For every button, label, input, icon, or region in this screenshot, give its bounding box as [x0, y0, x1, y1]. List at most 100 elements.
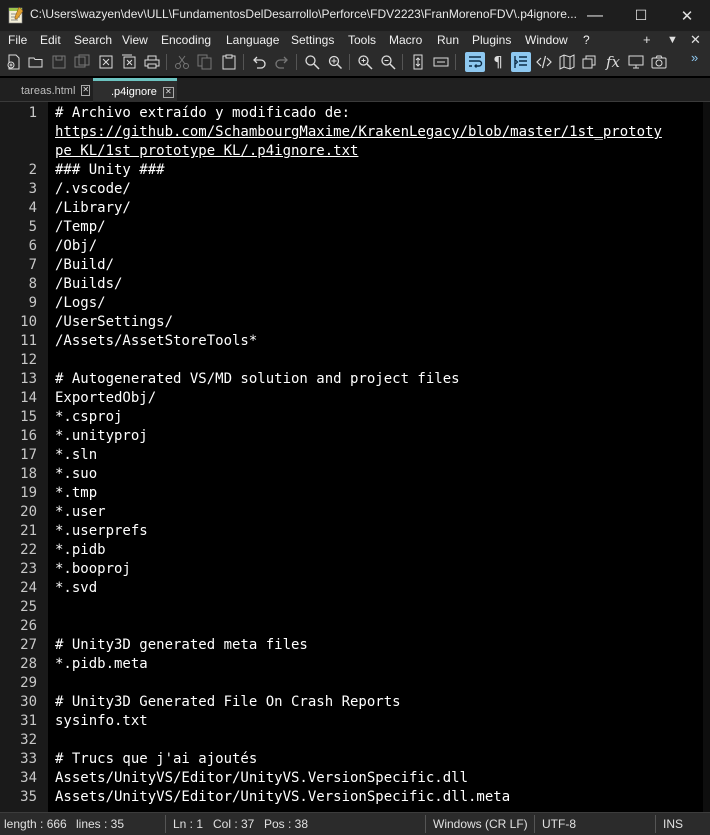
- line-number: 11: [20, 333, 37, 349]
- status-encoding[interactable]: UTF-8: [542, 817, 576, 831]
- status-eol-format[interactable]: Windows (CR LF): [433, 817, 528, 831]
- toolbar-overflow-icon[interactable]: »: [691, 50, 698, 65]
- function-list-icon[interactable]: [580, 52, 600, 72]
- new-file-icon[interactable]: [4, 52, 24, 72]
- close-file-icon[interactable]: [96, 52, 116, 72]
- code-line: 32: [0, 731, 710, 750]
- close-doc-button[interactable]: ✕: [690, 32, 701, 48]
- open-file-icon[interactable]: [26, 52, 46, 72]
- menu-help[interactable]: ?: [583, 33, 590, 47]
- code-line-url[interactable]: pe KL/1st prototype KL/.p4ignore.txt: [55, 142, 358, 161]
- code-line: 23 *.booproj: [0, 560, 710, 579]
- new-tab-button[interactable]: +: [643, 32, 651, 47]
- code-line-text: /Temp/: [55, 219, 106, 235]
- code-line-text: # Unity3D Generated File On Crash Report…: [55, 694, 401, 710]
- line-number: 2: [28, 162, 37, 178]
- line-number: 17: [20, 447, 37, 463]
- indent-guide-icon[interactable]: [511, 52, 531, 72]
- menu-encoding[interactable]: Encoding: [161, 33, 211, 47]
- tab-close-icon[interactable]: ✕: [162, 86, 174, 98]
- code-line: 17 *.sln: [0, 446, 710, 465]
- line-number: 6: [28, 238, 37, 254]
- menu-view[interactable]: View: [122, 33, 148, 47]
- status-position: Pos : 38: [264, 817, 309, 831]
- code-line-text: /.vscode/: [55, 181, 131, 197]
- code-line: 12: [0, 351, 710, 370]
- code-line-text: *.pidb.meta: [55, 656, 148, 672]
- line-number: 19: [20, 485, 37, 501]
- code-line-url[interactable]: https://github.com/SchambourgMaxime/Krak…: [55, 123, 662, 142]
- save-all-icon[interactable]: [72, 52, 92, 72]
- undo-icon[interactable]: [249, 52, 269, 72]
- code-line-text: # Autogenerated VS/MD solution and proje…: [55, 371, 460, 387]
- word-wrap-icon[interactable]: [465, 52, 485, 72]
- line-number: 12: [20, 352, 37, 368]
- close-all-icon[interactable]: [119, 52, 139, 72]
- menu-file[interactable]: File: [8, 33, 27, 47]
- redo-icon[interactable]: [272, 52, 292, 72]
- menu-run[interactable]: Run: [437, 33, 459, 47]
- zoom-out-icon[interactable]: [378, 52, 398, 72]
- editor-area[interactable]: 1 # Archivo extraído y modificado de: http…: [0, 102, 710, 812]
- menu-search[interactable]: Search: [74, 33, 112, 47]
- cut-icon[interactable]: [172, 52, 192, 72]
- copy-icon[interactable]: [195, 52, 215, 72]
- status-insert-mode[interactable]: INS: [663, 817, 683, 831]
- tab-list-button[interactable]: ▼: [667, 34, 678, 46]
- code-line: 14 ExportedObj/: [0, 389, 710, 408]
- tab-p4ignore[interactable]: .p4ignore ✕: [93, 78, 177, 103]
- title-bar: C:\Users\wazyen\dev\ULL\FundamentosDelDe…: [0, 0, 710, 32]
- paste-icon[interactable]: [219, 52, 239, 72]
- status-bar: length : 666 lines : 35 Ln : 1 Col : 37 …: [0, 812, 710, 835]
- line-number: 22: [20, 542, 37, 558]
- monitor-icon[interactable]: [626, 52, 646, 72]
- sync-vertical-icon[interactable]: [408, 52, 428, 72]
- vertical-scrollbar[interactable]: [703, 102, 710, 812]
- code-line: 16 *.unityproj: [0, 427, 710, 446]
- code-line: 2 ### Unity ###: [0, 161, 710, 180]
- menu-settings[interactable]: Settings: [291, 33, 334, 47]
- menu-window[interactable]: Window: [525, 33, 568, 47]
- code-line: 27 # Unity3D generated meta files: [0, 636, 710, 655]
- code-line: https://github.com/SchambourgMaxime/Krak…: [0, 123, 710, 142]
- sync-horizontal-icon[interactable]: [431, 52, 451, 72]
- minimize-icon: —: [587, 6, 603, 24]
- code-line-text: /Build/: [55, 257, 115, 273]
- code-line: 35 Assets/UnityVS/Editor/UnityVS.VersionS…: [0, 788, 710, 807]
- tab-tareas-html[interactable]: tareas.html ✕: [2, 81, 91, 100]
- xml-tag-icon[interactable]: [534, 52, 554, 72]
- close-icon: ✕: [680, 7, 694, 25]
- maximize-button[interactable]: ☐: [618, 0, 664, 31]
- code-line-text: /Builds/: [55, 276, 123, 292]
- tab-label: tareas.html: [21, 84, 76, 97]
- toolbar-separator: [349, 54, 350, 70]
- tab-close-icon[interactable]: ✕: [81, 85, 91, 96]
- print-icon[interactable]: [142, 52, 162, 72]
- code-line-text: sysinfo.txt: [55, 713, 148, 729]
- code-line: 9/Logs/: [0, 294, 710, 313]
- menu-edit[interactable]: Edit: [40, 33, 61, 47]
- code-line: 21 *.userprefs: [0, 522, 710, 541]
- record-macro-icon[interactable]: [649, 52, 669, 72]
- menu-plugins[interactable]: Plugins: [472, 33, 511, 47]
- menu-macro[interactable]: Macro: [389, 33, 422, 47]
- close-window-button[interactable]: ✕: [664, 0, 710, 31]
- status-separator: [655, 815, 656, 833]
- minimize-button[interactable]: —: [572, 0, 618, 31]
- save-icon[interactable]: [49, 52, 69, 72]
- function-fx-icon[interactable]: fx: [603, 52, 623, 72]
- code-line-text: *.booproj: [55, 561, 131, 577]
- code-line-text: *.csproj: [55, 409, 123, 425]
- show-all-characters-icon[interactable]: ¶: [488, 52, 508, 72]
- zoom-in-icon[interactable]: [355, 52, 375, 72]
- menu-language[interactable]: Language: [226, 33, 279, 47]
- line-number: 27: [20, 637, 37, 653]
- line-number: 16: [20, 428, 37, 444]
- menu-tools[interactable]: Tools: [348, 33, 376, 47]
- code-line: 26: [0, 617, 710, 636]
- notepad-app-icon: [8, 6, 24, 24]
- replace-icon[interactable]: [325, 52, 345, 72]
- document-map-icon[interactable]: [557, 52, 577, 72]
- find-icon[interactable]: [302, 52, 322, 72]
- line-number: 21: [20, 523, 37, 539]
